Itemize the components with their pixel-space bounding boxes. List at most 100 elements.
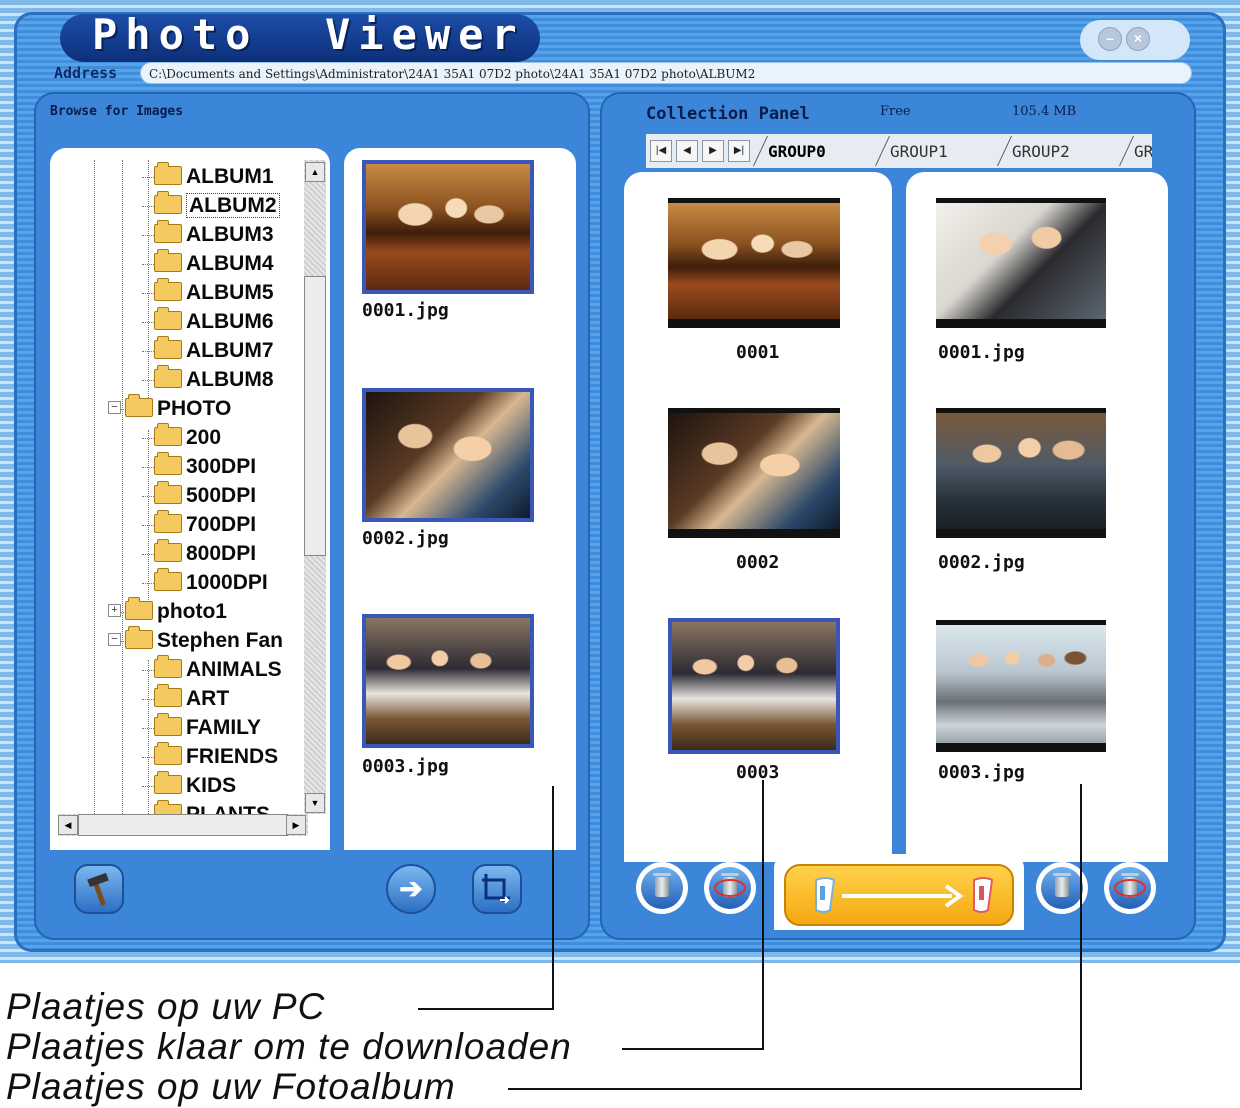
scroll-left-button[interactable]: ◀: [58, 815, 78, 835]
tree-item-label: 1000DPI: [186, 571, 268, 594]
tree-item-label: photo1: [157, 600, 227, 623]
tree-item-label: 800DPI: [186, 542, 257, 565]
tree-item-800dpi[interactable]: 800DPI: [154, 538, 257, 568]
tree-item-art[interactable]: ART: [154, 683, 229, 713]
tab-group1[interactable]: GROUP1: [890, 138, 948, 166]
pc-thumbnail-1[interactable]: [362, 160, 534, 294]
tree-item-label: 300DPI: [186, 455, 257, 478]
tree-horizontal-scroll-thumb[interactable]: [78, 814, 288, 836]
tree-item-label: ALBUM8: [186, 368, 274, 391]
tree-item-700dpi[interactable]: 700DPI: [154, 509, 257, 539]
folder-icon: [154, 712, 182, 736]
trash-icon: [641, 867, 683, 909]
tab-group2[interactable]: GROUP2: [1012, 138, 1070, 166]
clear-download-button[interactable]: [704, 862, 756, 914]
tree-guide-line: [94, 160, 95, 818]
trash-icon: [1041, 867, 1083, 909]
address-field[interactable]: C:\Documents and Settings\Administrator\…: [140, 62, 1192, 84]
album-thumbnail-caption: 0003.jpg: [938, 762, 1025, 783]
album-thumbnail-1[interactable]: [936, 198, 1106, 328]
folder-icon: [154, 770, 182, 794]
tree-item-label: 700DPI: [186, 513, 257, 536]
album-thumbnail-2[interactable]: [936, 408, 1106, 538]
minimize-button[interactable]: –: [1098, 27, 1122, 51]
add-to-collection-button[interactable]: ➔: [386, 864, 436, 914]
tree-guide-line: [142, 525, 154, 526]
tab-divider: [997, 136, 1012, 166]
crop-button[interactable]: [472, 864, 522, 914]
tree-item-kids[interactable]: KIDS: [154, 770, 237, 800]
pc-thumbnail-3[interactable]: [362, 614, 534, 748]
transfer-to-album-button[interactable]: [784, 864, 1014, 926]
folder-icon: [154, 683, 182, 707]
tab-group3[interactable]: GR: [1134, 138, 1152, 166]
tree-item-photo[interactable]: − PHOTO: [108, 393, 231, 423]
tree-item-album7[interactable]: ALBUM7: [154, 335, 274, 365]
callout-line-download-horizontal: [622, 1048, 764, 1050]
scroll-right-button[interactable]: ▶: [286, 815, 306, 835]
tree-item-label: KIDS: [186, 774, 237, 797]
album-thumbnail-3[interactable]: [936, 620, 1106, 752]
prev-group-button[interactable]: ◀: [676, 140, 698, 162]
scroll-down-button[interactable]: ▼: [305, 793, 325, 813]
tab-divider: [875, 136, 890, 166]
tree-item-photo1[interactable]: + photo1: [108, 596, 227, 626]
tree-item-200[interactable]: 200: [154, 422, 221, 452]
tree-expander-icon[interactable]: −: [108, 632, 121, 646]
pc-thumbnail-caption: 0002.jpg: [362, 528, 449, 549]
tab-group0[interactable]: GROUP0: [768, 138, 826, 166]
tree-item-stephen-fan[interactable]: − Stephen Fan: [108, 625, 283, 655]
hammer-button[interactable]: [74, 864, 124, 914]
pc-thumbnail-2[interactable]: [362, 388, 534, 522]
tree-item-label: ALBUM7: [186, 339, 274, 362]
scroll-up-button[interactable]: ▲: [305, 162, 325, 182]
delete-download-button[interactable]: [636, 862, 688, 914]
tree-item-album4[interactable]: ALBUM4: [154, 248, 274, 278]
folder-tree[interactable]: ALBUM1 ALBUM2 ALBUM3 ALBUM4 ALBUM5 ALBUM6 ALBU…: [50, 148, 330, 850]
tree-item-family[interactable]: FAMILY: [154, 712, 261, 742]
download-thumbnail-1[interactable]: [668, 198, 840, 328]
tree-expander-icon[interactable]: −: [108, 400, 121, 414]
tree-guide-line: [148, 160, 149, 400]
callout-download-images: Plaatjes klaar om te downloaden: [6, 1026, 572, 1067]
close-button[interactable]: ×: [1126, 27, 1150, 51]
tree-guide-line: [142, 757, 154, 758]
tree-item-album5[interactable]: ALBUM5: [154, 277, 274, 307]
pc-thumbnail-caption: 0001.jpg: [362, 300, 449, 321]
tree-item-label: ALBUM3: [186, 223, 274, 246]
tree-item-label: ALBUM1: [186, 165, 274, 188]
tree-item-friends[interactable]: FRIENDS: [154, 741, 278, 771]
download-thumbnail-caption: 0002: [736, 552, 780, 573]
tree-item-300dpi[interactable]: 300DPI: [154, 451, 257, 481]
first-group-button[interactable]: |◀: [650, 140, 672, 162]
tree-item-500dpi[interactable]: 500DPI: [154, 480, 256, 510]
tree-item-album8[interactable]: ALBUM8: [154, 364, 274, 394]
tree-item-album1[interactable]: ALBUM1: [154, 161, 274, 191]
tree-item-1000dpi[interactable]: 1000DPI: [154, 567, 268, 597]
trash-refresh-icon: [1109, 867, 1151, 909]
last-group-button[interactable]: ▶|: [728, 140, 750, 162]
callout-line-pc-vertical: [552, 786, 554, 1010]
tree-guide-line: [142, 583, 154, 584]
tree-item-animals[interactable]: ANIMALS: [154, 654, 282, 684]
tree-item-album3[interactable]: ALBUM3: [154, 219, 274, 249]
folder-icon: [154, 277, 182, 301]
download-thumbnail-caption: 0001: [736, 342, 780, 363]
tree-expander-icon[interactable]: +: [108, 603, 121, 617]
folder-icon: [154, 480, 182, 504]
next-group-button[interactable]: ▶: [702, 140, 724, 162]
free-space-value: 105.4 MB: [1012, 104, 1077, 119]
download-thumbnail-2[interactable]: [668, 408, 840, 538]
download-thumbnail-3[interactable]: [668, 618, 840, 754]
folder-icon: [154, 451, 182, 475]
album-thumbnail-caption: 0001.jpg: [938, 342, 1025, 363]
tree-item-album2[interactable]: ALBUM2: [154, 190, 280, 220]
tree-item-album6[interactable]: ALBUM6: [154, 306, 274, 336]
tree-guide-line: [148, 660, 149, 818]
clear-album-button[interactable]: [1104, 862, 1156, 914]
tree-vertical-scroll-thumb[interactable]: [304, 276, 326, 556]
crop-icon: [482, 874, 510, 904]
tree-item-label: ANIMALS: [186, 658, 282, 681]
folder-icon: [154, 335, 182, 359]
folder-icon: [154, 161, 182, 185]
